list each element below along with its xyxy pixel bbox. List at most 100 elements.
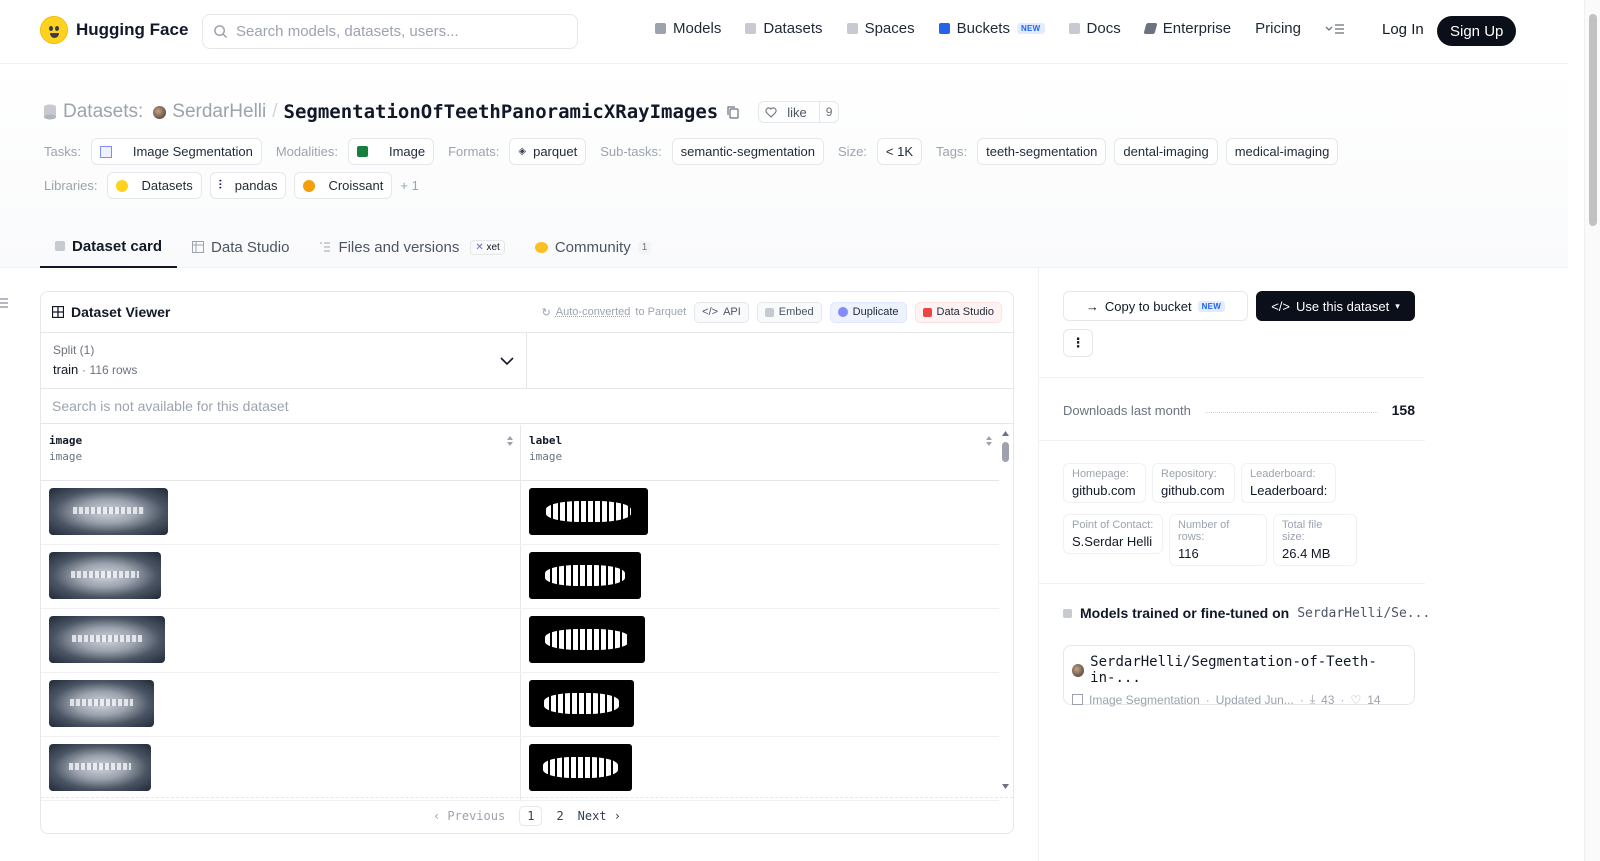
dot-separator: · [1299, 692, 1304, 707]
page-2-button[interactable]: 2 [556, 809, 563, 823]
xray-thumbnail[interactable] [49, 616, 165, 663]
refresh-icon: ↻ [541, 306, 551, 319]
size-chip[interactable]: < 1K [876, 138, 923, 165]
meta-homepage[interactable]: Homepage: github.com [1063, 463, 1146, 503]
image-cell[interactable] [41, 545, 520, 608]
previous-page-button[interactable]: ‹ Previous [433, 809, 505, 823]
image-cell[interactable] [41, 673, 520, 736]
tab-dataset-card[interactable]: Dataset card [40, 226, 178, 268]
label-cell[interactable] [520, 481, 999, 544]
xray-thumbnail[interactable] [49, 680, 154, 727]
auto-converted-link[interactable]: Auto-converted [556, 306, 631, 318]
column-header-label[interactable]: label image [520, 425, 999, 480]
nav-enterprise[interactable]: Enterprise [1143, 20, 1231, 37]
tag-chip[interactable]: medical-imaging [1225, 138, 1339, 165]
nav-pricing[interactable]: Pricing [1255, 20, 1301, 37]
label-cell[interactable] [520, 545, 999, 608]
nav-datasets-label: Datasets [763, 20, 823, 37]
modalities-label: Modalities: [275, 144, 338, 159]
next-page-button[interactable]: Next › [578, 809, 621, 823]
hugging-face-icon [40, 16, 68, 44]
global-search-input[interactable]: Search models, datasets, users... [202, 14, 578, 49]
brand-logo[interactable]: Hugging Face [40, 16, 188, 44]
nav-spaces[interactable]: Spaces [846, 20, 915, 37]
page-scrollbar[interactable] [1584, 0, 1600, 861]
xray-thumbnail[interactable] [49, 488, 168, 535]
table-row [41, 545, 999, 609]
meta-leaderboard[interactable]: Leaderboard: Leaderboard: [1241, 463, 1336, 503]
pagination: ‹ Previous 1 2 Next › [41, 797, 1013, 833]
downloads-value: 158 [1391, 402, 1415, 418]
label-cell[interactable] [520, 609, 999, 672]
label-cell[interactable] [520, 737, 999, 800]
xray-thumbnail[interactable] [49, 552, 161, 599]
mask-thumbnail[interactable] [529, 488, 648, 535]
sort-icon[interactable] [506, 435, 514, 447]
grid-scrollbar[interactable] [1001, 430, 1010, 790]
dataset-header: Datasets: SerdarHelli / SegmentationOfTe… [0, 65, 1568, 268]
page-1-button[interactable]: 1 [519, 805, 543, 826]
libraries-more[interactable]: + 1 [400, 178, 418, 193]
nav-more-menu[interactable] [1325, 23, 1345, 35]
owner-link[interactable]: SerdarHelli [172, 101, 266, 123]
tab-community[interactable]: Community 1 [520, 226, 666, 268]
hugging-face-icon [116, 179, 129, 192]
sort-icon[interactable] [985, 435, 993, 447]
page-scrollbar-thumb[interactable] [1589, 14, 1597, 226]
copy-to-bucket-button[interactable]: → Copy to bucket NEW [1063, 291, 1248, 321]
cube-icon [1063, 608, 1072, 618]
more-options-button[interactable]: ⋮ [1063, 329, 1093, 357]
image-cell[interactable] [41, 481, 520, 544]
tag-chip[interactable]: dental-imaging [1114, 138, 1218, 165]
datasets-prefix[interactable]: Datasets: [63, 101, 143, 123]
modality-chip[interactable]: Image [347, 138, 435, 165]
nav-docs[interactable]: Docs [1068, 20, 1121, 37]
use-this-dataset-button[interactable]: </> Use this dataset ▾ [1256, 291, 1415, 321]
task-chip[interactable]: Image Segmentation [90, 138, 262, 165]
column-header-image[interactable]: image image [41, 425, 520, 480]
library-chip-pandas[interactable]: ⫶ pandas [209, 172, 287, 199]
api-button[interactable]: </> API [694, 301, 749, 323]
meta-key: Repository: [1161, 468, 1217, 480]
embed-button[interactable]: Embed [756, 301, 822, 323]
format-chip[interactable]: ◈ parquet [509, 138, 587, 165]
library-chip-datasets[interactable]: Datasets [107, 172, 202, 199]
meta-point-of-contact[interactable]: Point of Contact: S.Serdar Helli [1063, 514, 1163, 554]
tag-chip[interactable]: teeth-segmentation [977, 138, 1107, 165]
library-chip-croissant[interactable]: Croissant [294, 172, 393, 199]
data-studio-button[interactable]: Data Studio [914, 301, 1002, 323]
community-icon [534, 241, 548, 253]
database-icon [44, 104, 56, 120]
mask-thumbnail[interactable] [529, 680, 634, 727]
model-downloads: 43 [1321, 692, 1335, 707]
nav-datasets[interactable]: Datasets [745, 20, 823, 37]
nav-buckets[interactable]: Buckets NEW [938, 20, 1045, 37]
mask-thumbnail[interactable] [529, 552, 641, 599]
subtask-chip[interactable]: semantic-segmentation [671, 138, 825, 165]
tab-data-studio[interactable]: Data Studio [177, 226, 304, 268]
tab-files-and-versions[interactable]: Files and versions ✕ xet [304, 226, 519, 268]
model-card[interactable]: SerdarHelli/Segmentation-of-Teeth-in-...… [1063, 645, 1415, 707]
tab-label: Files and versions [338, 238, 460, 256]
image-cell[interactable] [41, 609, 520, 672]
xray-thumbnail[interactable] [49, 744, 151, 791]
signup-button[interactable]: Sign Up [1437, 16, 1517, 46]
mask-thumbnail[interactable] [529, 744, 632, 791]
meta-repository[interactable]: Repository: github.com [1152, 463, 1235, 503]
image-cell[interactable] [41, 737, 520, 800]
mask-thumbnail[interactable] [529, 616, 645, 663]
login-link[interactable]: Log In [1382, 21, 1424, 38]
split-selector[interactable]: Split (1) train · 116 rows [41, 333, 527, 388]
viewer-search-input[interactable]: Search is not available for this dataset [41, 389, 1013, 424]
toc-toggle-icon[interactable] [0, 297, 8, 309]
duplicate-button[interactable]: Duplicate [829, 301, 907, 323]
previous-label: Previous [447, 808, 506, 823]
copy-icon[interactable] [726, 105, 740, 119]
tab-label: Community [554, 238, 631, 256]
model-name-row: SerdarHelli/Segmentation-of-Teeth-in-... [1072, 654, 1406, 686]
nav-models[interactable]: Models [655, 20, 721, 37]
tasks-label: Tasks: [44, 144, 81, 159]
label-cell[interactable] [520, 673, 999, 736]
menu-icon [1325, 23, 1344, 34]
like-button[interactable]: like 9 [758, 101, 840, 123]
